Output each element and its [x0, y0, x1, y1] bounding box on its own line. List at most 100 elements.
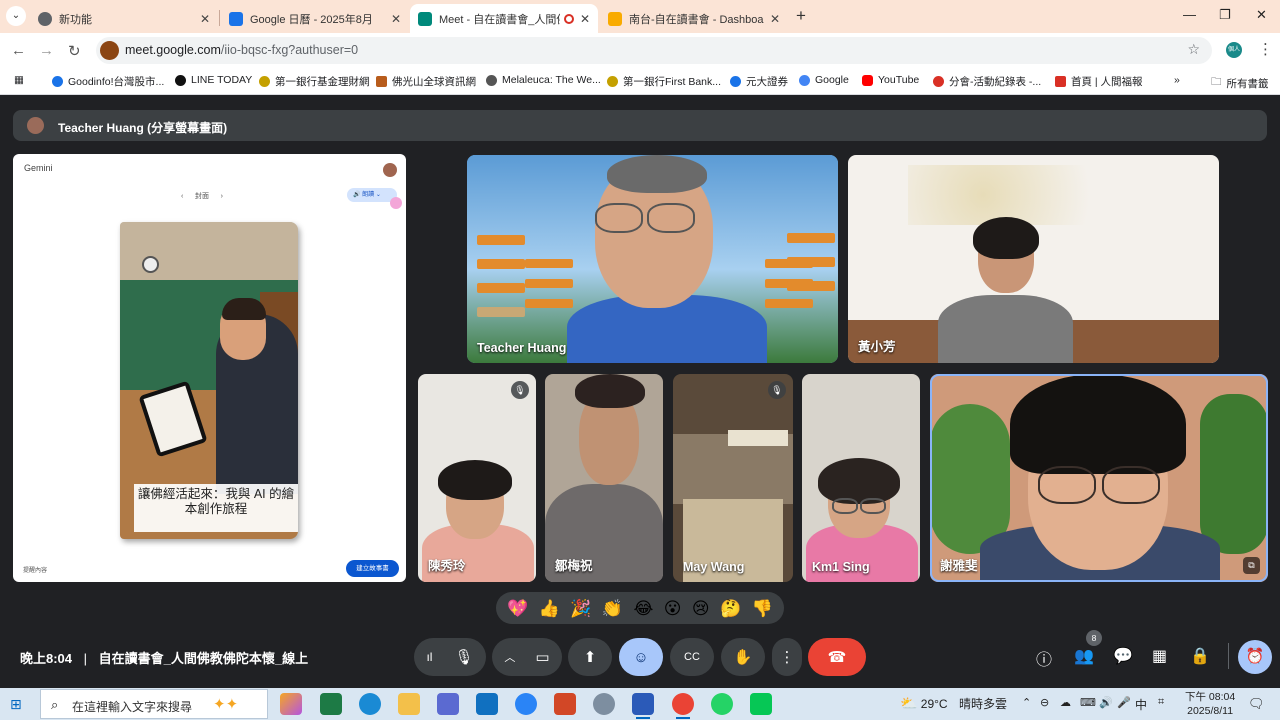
restore-icon[interactable]: ❐ [1219, 7, 1231, 23]
volume-icon[interactable]: 🔊 [1099, 696, 1113, 709]
bookmarks-overflow-icon[interactable]: » [1174, 74, 1180, 86]
site-info-icon[interactable] [100, 41, 119, 60]
reactions-button[interactable]: ☺ [619, 638, 663, 676]
reaction-thumbs-down[interactable]: 👎 [752, 600, 773, 617]
close-window-icon[interactable]: ✕ [1256, 7, 1267, 23]
glasses-left [832, 498, 858, 514]
store-icon[interactable] [437, 693, 459, 715]
tab-dashboard[interactable]: 南台-自在讀書會 - Dashboard ✕ [600, 4, 788, 33]
bookmark-star-icon[interactable]: ☆ [1187, 41, 1200, 58]
cover-illustration-hair [222, 298, 266, 320]
close-tab-icon[interactable]: ✕ [391, 12, 401, 26]
close-tab-icon[interactable]: ✕ [770, 12, 780, 26]
reaction-thumbs-up[interactable]: 👍 [539, 600, 560, 617]
weather-widget[interactable]: ⛅ 29°C 晴時多雲 [900, 695, 1007, 712]
people-icon[interactable]: 👥 [1074, 646, 1094, 666]
video-tile-km1-sing[interactable]: Km1 Sing [802, 374, 920, 582]
activities-grid-icon[interactable]: ▦ [1152, 646, 1167, 666]
windows-start-icon[interactable]: ⊞ [10, 696, 22, 713]
video-tile-zou-meizhu[interactable]: 鄒梅祝 [545, 374, 663, 582]
file-explorer-icon[interactable] [398, 693, 420, 715]
bookmark-melaleuca[interactable]: Melaleuca: The We... [486, 74, 601, 86]
ime-indicator[interactable]: 中 [1135, 696, 1147, 713]
more-options-button[interactable]: ⋮ [772, 638, 802, 676]
teacher-hair [607, 155, 707, 193]
microphone-icon[interactable]: 🎙 [454, 648, 473, 666]
apps-grid-icon[interactable]: ▦ [14, 74, 24, 86]
bookmark-youtube[interactable]: YouTube [862, 74, 919, 86]
mic-tray-icon[interactable]: 🎤 [1117, 696, 1131, 709]
shared-screen[interactable]: Gemini ‹ 封面 › 🔊 朗讀 ⌄ 讓佛經活起來：我與 AI 的繪本創作旅… [13, 154, 406, 582]
edge-icon[interactable] [359, 693, 381, 715]
video-tile-may-wang[interactable]: 🎙 May Wang [673, 374, 793, 582]
reaction-thinking[interactable]: 🤔 [720, 600, 741, 617]
new-tab-icon[interactable]: + [796, 6, 806, 26]
chat-icon[interactable]: 💬 [1113, 646, 1133, 666]
bookmark-fgs[interactable]: 佛光山全球資訊網 [376, 74, 476, 89]
forward-icon[interactable]: → [39, 42, 54, 59]
close-tab-icon[interactable]: ✕ [580, 12, 590, 26]
timer-icon[interactable]: ⏰ [1238, 640, 1272, 674]
tab-search-chevron-icon[interactable]: ⌄ [6, 6, 26, 26]
tray-overflow-icon[interactable]: ⌃ [1022, 696, 1031, 709]
address-bar[interactable]: meet.google.com/iio-bqsc-fxg?authuser=0 … [96, 37, 1212, 64]
reaction-clap[interactable]: 👏 [602, 600, 623, 617]
raise-hand-button[interactable]: ✋ [721, 638, 765, 676]
cloud-icon[interactable]: ☁ [1060, 696, 1071, 709]
host-controls-icon[interactable]: 🔒 [1190, 646, 1210, 666]
camera-options-chevron-icon[interactable]: ︿ [504, 649, 515, 665]
all-bookmarks[interactable]: 🗀 所有書籤 [1211, 74, 1269, 92]
reaction-sad[interactable]: 😢 [692, 600, 710, 617]
share-footer: 提醒內容 [23, 568, 48, 574]
copilot-icon[interactable] [280, 693, 302, 715]
powerpoint-icon[interactable] [554, 693, 576, 715]
close-tab-icon[interactable]: ✕ [200, 12, 210, 26]
minimize-icon[interactable]: — [1183, 7, 1196, 22]
back-icon[interactable]: ← [11, 42, 26, 59]
audio-level-icon[interactable]: ıl [426, 650, 432, 664]
leave-call-button[interactable]: ☎ [808, 638, 866, 676]
notifications-icon[interactable]: 🗨 [1248, 696, 1265, 712]
bookmark-first-bank[interactable]: 第一銀行First Bank... [607, 74, 721, 89]
taskbar-search[interactable]: ⌕ 在這裡輸入文字來搜尋 ✦✦ [40, 689, 268, 719]
browser-menu-icon[interactable]: ⋮ [1258, 40, 1273, 58]
bookmark-google[interactable]: Google [799, 74, 849, 86]
keyboard-layout-icon[interactable]: ⌗ [1158, 696, 1164, 709]
bookmark-first-bank-fund[interactable]: 第一銀行基金理財網 [259, 74, 370, 89]
bookmark-activity-log[interactable]: 分會-活動紀錄表 -... [933, 74, 1041, 89]
reaction-surprised[interactable]: 😮 [664, 600, 682, 617]
url-text[interactable]: meet.google.com/iio-bqsc-fxg?authuser=0 [125, 43, 358, 57]
tab-meet[interactable]: Meet - 自在讀書會_人間佛 ✕ [410, 4, 598, 33]
outlook-icon[interactable] [476, 693, 498, 715]
reload-icon[interactable]: ↻ [68, 42, 81, 60]
video-tile-huang-xiaofang[interactable]: 黃小芳 [848, 155, 1219, 363]
meet-now-icon[interactable]: ⊖ [1040, 696, 1049, 709]
bookmark-goodinfo[interactable]: Goodinfo!台灣股市... [52, 74, 164, 89]
network-icon[interactable]: ⌨ [1080, 696, 1096, 709]
bookmark-line-today[interactable]: LINE TODAY [175, 74, 252, 86]
taskbar-clock[interactable]: 下午 08:04 2025/8/11 [1185, 690, 1235, 718]
reaction-heart[interactable]: 💖 [507, 600, 528, 617]
video-tile-teacher-huang[interactable]: Teacher Huang [467, 155, 838, 363]
bookmark-yuanta[interactable]: 元大證券 [730, 74, 788, 89]
chrome-taskbar-icon[interactable] [672, 693, 694, 719]
line-app-icon[interactable] [750, 693, 772, 715]
reaction-party[interactable]: 🎉 [570, 600, 591, 617]
tab-whats-new[interactable]: 新功能 ✕ [30, 4, 218, 33]
messenger-icon[interactable] [515, 693, 537, 715]
tab-google-calendar[interactable]: Google 日曆 - 2025年8月 ✕ [221, 4, 409, 33]
present-screen-button[interactable]: ⬆ [568, 638, 612, 676]
whatsapp-icon[interactable] [711, 693, 733, 715]
meeting-details-icon[interactable]: ⓘ [1036, 646, 1052, 670]
profile-avatar[interactable]: 個人 [1226, 42, 1242, 58]
camera-icon[interactable]: ▭ [535, 648, 549, 666]
captions-button[interactable]: CC [670, 638, 714, 676]
word-icon[interactable] [632, 693, 654, 719]
settings-app-icon[interactable] [593, 693, 615, 715]
bookmark-merit-times[interactable]: 首頁 | 人間福報 [1055, 74, 1143, 89]
participant-name: May Wang [683, 560, 745, 574]
video-tile-chen-xiuling[interactable]: 🎙 陳秀玲 [418, 374, 536, 582]
reaction-laugh[interactable]: 😂 [633, 600, 653, 617]
excel-icon[interactable] [320, 693, 342, 715]
page-nav: ‹ 封面 › [181, 193, 223, 200]
